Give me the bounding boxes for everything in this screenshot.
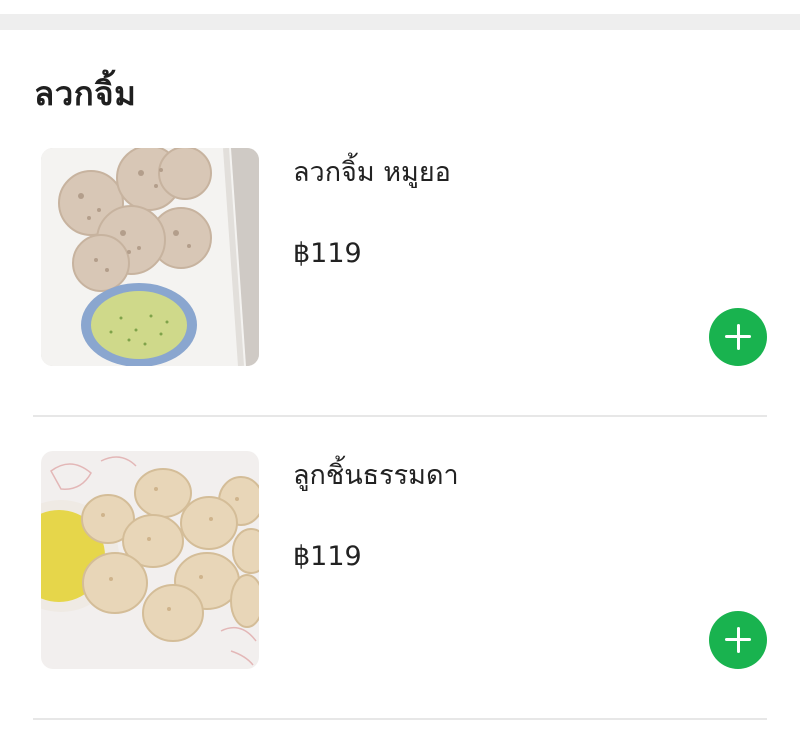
item-divider bbox=[33, 415, 767, 417]
menu-item[interactable]: ลูกชิ้นธรรมดา ฿119 bbox=[0, 451, 800, 753]
top-separator-strip bbox=[0, 14, 800, 30]
menu-item-image[interactable] bbox=[41, 451, 259, 669]
plus-icon-stroke bbox=[736, 324, 740, 350]
menu-item[interactable]: ลวกจิ้ม หมูยอ ฿119 bbox=[0, 148, 800, 450]
top-separator bbox=[0, 0, 800, 30]
menu-item-image[interactable] bbox=[41, 148, 259, 366]
add-to-cart-button[interactable] bbox=[709, 611, 767, 669]
plus-icon-stroke bbox=[736, 627, 740, 653]
menu-item-name: ลวกจิ้ม หมูยอ bbox=[293, 157, 451, 188]
menu-item-name: ลูกชิ้นธรรมดา bbox=[293, 460, 459, 491]
menu-item-price: ฿119 bbox=[293, 541, 362, 572]
section-title: ลวกจิ้ม bbox=[34, 74, 137, 113]
pork-sausage-image bbox=[41, 148, 259, 366]
item-divider bbox=[33, 718, 767, 720]
menu-item-price: ฿119 bbox=[293, 238, 362, 269]
add-to-cart-button[interactable] bbox=[709, 308, 767, 366]
meatballs-image bbox=[41, 451, 259, 669]
